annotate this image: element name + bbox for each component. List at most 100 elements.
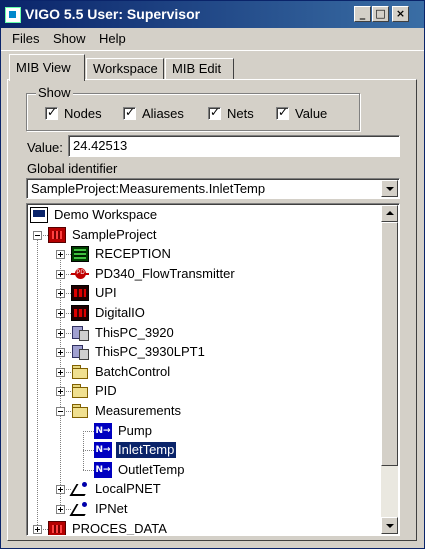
tree-item[interactable]: RECEPTION [27,245,381,264]
reception-icon [71,246,89,262]
tab-workspace[interactable]: Workspace [86,58,164,79]
tree-item[interactable]: ThisPC_3930LPT1 [27,343,381,362]
tab-mib-view[interactable]: MIB View [9,54,85,81]
tree-item[interactable]: PID [27,382,381,401]
expand-icon[interactable] [56,289,65,298]
minimize-icon: _ [359,7,366,20]
tree-item-label: UPI [95,285,117,300]
show-group-label: Show [36,85,73,100]
tree-item-label: PD340_FlowTransmitter [95,266,235,281]
checkbox-nodes-box[interactable] [45,105,58,121]
menu-bar: Files Show Help [1,28,424,51]
tree-item-label: PID [95,383,117,398]
tree-scrollbar[interactable] [381,205,398,534]
scroll-down-button[interactable] [381,517,398,534]
tree-item[interactable]: ThisPC_3920 [27,324,381,343]
mib-tree[interactable]: Demo Workspace SampleProject RECEPTION PD34… [26,203,400,536]
global-identifier-value: SampleProject:Measurements.InletTemp [31,181,266,196]
tree-item-label: Measurements [95,403,181,418]
checkbox-nets-box[interactable] [208,105,221,121]
value-label: Value: [27,140,63,155]
tree-item-label: RECEPTION [95,246,171,261]
tree-item[interactable]: BatchControl [27,363,381,382]
folder-icon [71,364,89,380]
tree-item[interactable]: N→ Pump [27,422,381,441]
collapse-icon[interactable] [33,231,42,240]
maximize-icon: □ [375,7,386,20]
tab-mib-edit[interactable]: MIB Edit [165,58,234,79]
menu-help[interactable]: Help [99,31,126,46]
tree-item[interactable]: IPNet [27,500,381,519]
tree-item-label: ThisPC_3930LPT1 [95,344,205,359]
tree-item-label: LocalPNET [95,481,161,496]
tree-item-label: ThisPC_3920 [95,325,174,340]
tree-item[interactable]: PROCES_DATA [27,520,381,535]
checkbox-aliases-box[interactable] [123,105,136,121]
value-input[interactable]: 24.42513 [68,135,400,157]
expand-icon[interactable] [56,485,65,494]
tree-item-label: Demo Workspace [54,207,158,222]
tree-item[interactable]: DigitalIO [27,304,381,323]
net-icon [71,501,89,517]
collapse-icon[interactable] [56,407,65,416]
expand-icon[interactable] [56,368,65,377]
node-icon: N→ [94,462,112,478]
expand-icon[interactable] [56,387,65,396]
checkbox-aliases[interactable]: Aliases [123,105,184,121]
expand-icon[interactable] [56,329,65,338]
checkbox-value-box[interactable] [276,105,289,121]
tree-item-label: SampleProject [72,227,157,242]
tree-item-label: Pump [118,423,152,438]
checkbox-aliases-label: Aliases [142,106,184,122]
tree-item[interactable]: Measurements [27,402,381,421]
close-icon: × [395,7,406,20]
expand-icon[interactable] [56,348,65,357]
tree-item-label: BatchControl [95,364,171,379]
project-icon [48,227,66,243]
checkbox-nets-label: Nets [227,106,254,122]
checkbox-nodes[interactable]: Nodes [45,105,102,121]
app-icon [5,7,21,23]
transmitter-icon [71,266,89,282]
expand-icon[interactable] [33,525,42,534]
expand-icon[interactable] [56,270,65,279]
pc-icon [71,325,89,341]
checkbox-value[interactable]: Value [276,105,327,121]
expand-icon[interactable] [56,505,65,514]
tree-item[interactable]: N→ InletTemp [27,441,381,460]
expand-icon[interactable] [56,250,65,259]
node-icon: N→ [94,423,112,439]
checkbox-nodes-label: Nodes [64,106,102,122]
minimize-button[interactable]: _ [354,6,371,22]
tree-item[interactable]: SampleProject [27,226,381,245]
chip-icon [71,305,89,321]
main-window: VIGO 5.5 User: Supervisor _ □ × Files Sh… [0,0,425,549]
scroll-up-button[interactable] [381,205,398,222]
tree-item[interactable]: PD340_FlowTransmitter [27,265,381,284]
computer-icon [30,207,48,223]
folder-icon [71,383,89,399]
title-bar[interactable]: VIGO 5.5 User: Supervisor _ □ × [1,1,424,28]
tree-item[interactable]: N→ OutletTemp [27,461,381,480]
tree-item-label: IPNet [95,501,128,516]
checkbox-nets[interactable]: Nets [208,105,254,121]
tree-item-label: InletTemp [114,441,178,459]
menu-show[interactable]: Show [53,31,86,46]
global-identifier-select[interactable]: SampleProject:Measurements.InletTemp [26,178,400,199]
menu-files[interactable]: Files [12,31,39,46]
open-folder-icon [71,403,89,419]
tree-item[interactable]: UPI [27,284,381,303]
close-button[interactable]: × [392,6,409,22]
checkbox-value-label: Value [295,106,328,122]
tree-item[interactable]: Demo Workspace [27,206,381,225]
chip-icon [71,285,89,301]
net-icon [71,481,89,497]
maximize-button[interactable]: □ [372,6,389,22]
pc-icon [71,344,89,360]
global-identifier-label: Global identifier [27,161,118,176]
expand-icon[interactable] [56,309,65,318]
scroll-thumb[interactable] [381,222,398,466]
chevron-down-icon[interactable] [381,180,398,197]
tree-item[interactable]: LocalPNET [27,480,381,499]
tree-item-label: OutletTemp [118,462,185,477]
